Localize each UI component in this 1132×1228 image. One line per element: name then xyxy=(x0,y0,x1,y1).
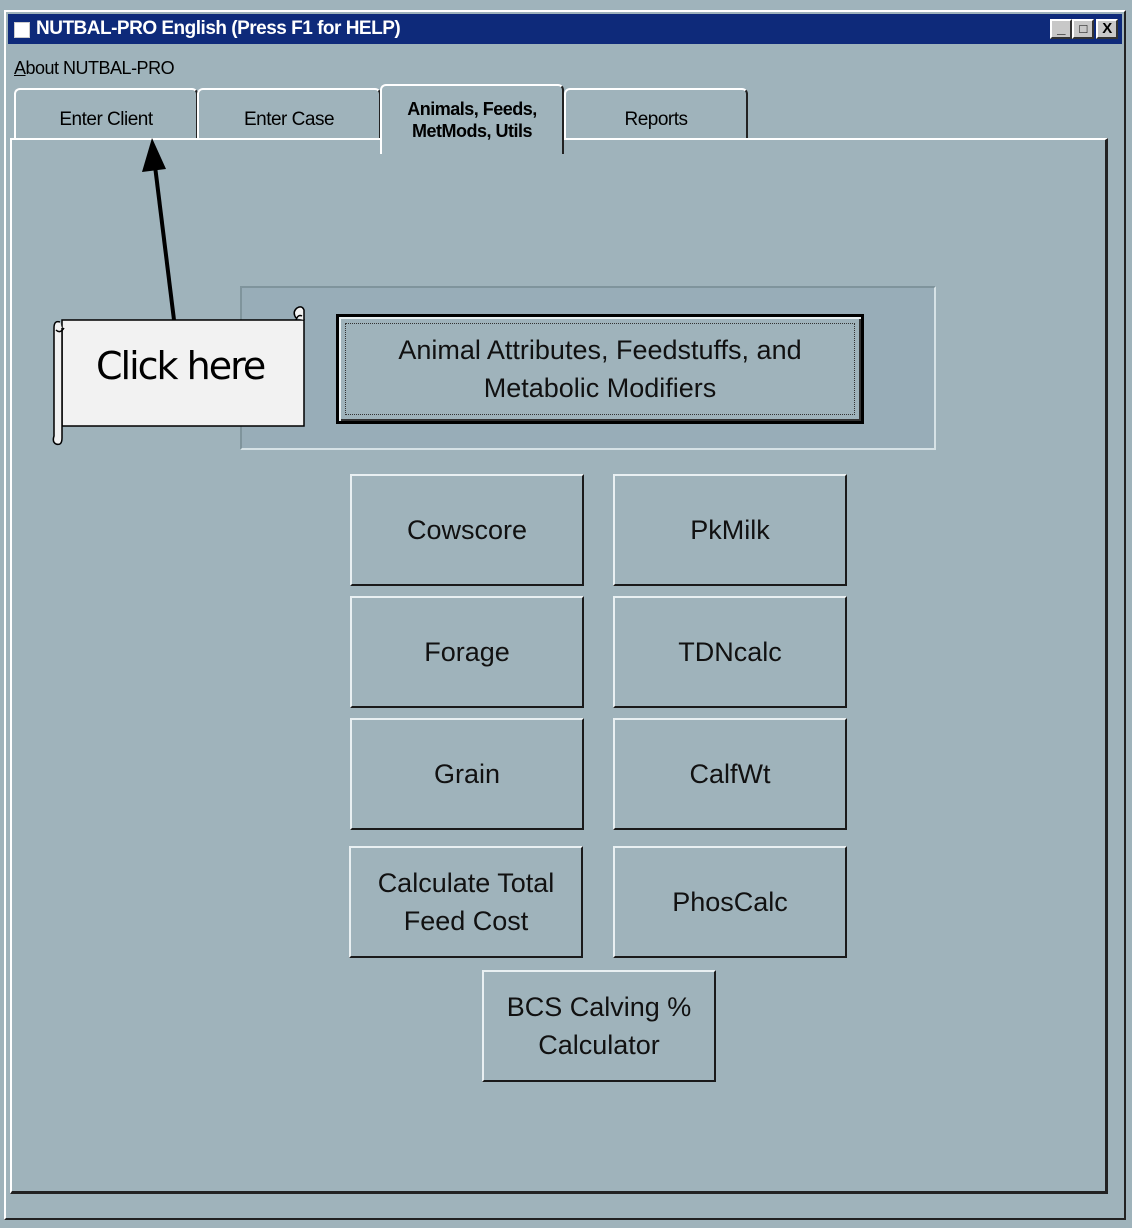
annotation-arrow xyxy=(142,138,176,321)
arrow-head xyxy=(142,138,166,172)
arrow-shaft xyxy=(153,165,176,321)
